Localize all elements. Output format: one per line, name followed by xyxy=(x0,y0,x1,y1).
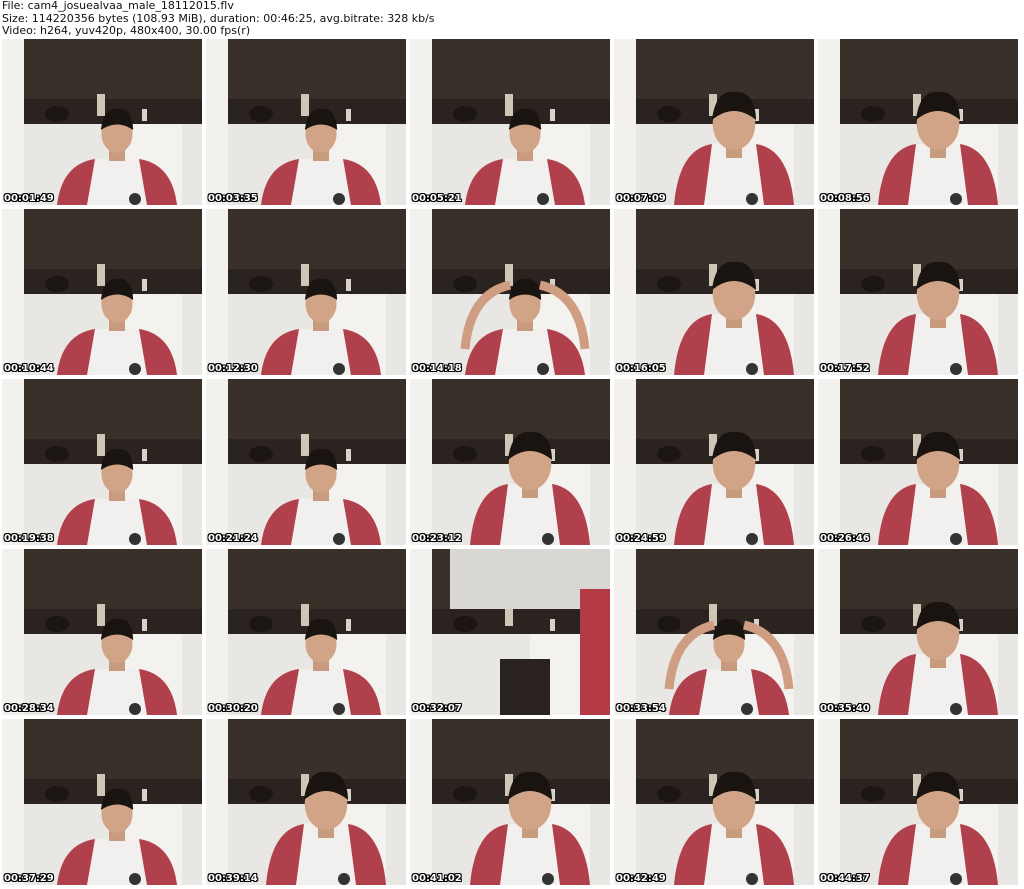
thumbnail-timestamp: 00:23:12 xyxy=(412,533,462,544)
thumbnail-timestamp: 00:26:46 xyxy=(820,533,870,544)
thumbnail-cell: 00:03:35 xyxy=(206,39,406,205)
thumbnail-cell: 00:01:49 xyxy=(2,39,202,205)
thumbnail-timestamp: 00:05:21 xyxy=(412,193,462,204)
thumbnail-frame-image xyxy=(2,379,202,545)
thumbnail-frame-image xyxy=(410,39,610,205)
thumbnail-cell: 00:35:40 xyxy=(818,549,1018,715)
thumbnail-frame-image xyxy=(818,379,1018,545)
thumbnail-grid: 00:01:49 00:03:35 00:05:21 00:07:09 00:08:56… xyxy=(2,39,1022,889)
thumbnail-frame-image xyxy=(614,719,814,885)
thumbnail-cell: 00:24:59 xyxy=(614,379,814,545)
thumbnail-frame-image xyxy=(2,719,202,885)
thumbnail-cell: 00:19:38 xyxy=(2,379,202,545)
thumbnail-cell: 00:17:52 xyxy=(818,209,1018,375)
thumbnail-frame-image xyxy=(206,549,406,715)
thumbnail-timestamp: 00:41:02 xyxy=(412,873,462,884)
thumbnail-timestamp: 00:03:35 xyxy=(208,193,258,204)
video-info-line: Video: h264, yuv420p, 480x400, 30.00 fps… xyxy=(2,24,251,37)
thumbnail-frame-image xyxy=(206,39,406,205)
thumbnail-cell: 00:37:29 xyxy=(2,719,202,885)
thumbnail-cell: 00:12:30 xyxy=(206,209,406,375)
thumbnail-cell: 00:05:21 xyxy=(410,39,610,205)
thumbnail-frame-image xyxy=(818,209,1018,375)
thumbnail-frame-image xyxy=(206,209,406,375)
thumbnail-timestamp: 00:19:38 xyxy=(4,533,54,544)
thumbnail-frame-image xyxy=(2,209,202,375)
thumbnail-timestamp: 00:07:09 xyxy=(616,193,666,204)
thumbnail-frame-image xyxy=(818,39,1018,205)
thumbnail-frame-image xyxy=(410,549,610,715)
thumbnail-frame-image xyxy=(818,549,1018,715)
thumbnail-frame-image xyxy=(614,379,814,545)
thumbnail-timestamp: 00:14:18 xyxy=(412,363,462,374)
thumbnail-timestamp: 00:32:07 xyxy=(412,703,462,714)
thumbnail-cell: 00:28:34 xyxy=(2,549,202,715)
thumbnail-timestamp: 00:37:29 xyxy=(4,873,54,884)
thumbnail-cell: 00:30:20 xyxy=(206,549,406,715)
thumbnail-timestamp: 00:12:30 xyxy=(208,363,258,374)
thumbnail-timestamp: 00:01:49 xyxy=(4,193,54,204)
thumbnail-frame-image xyxy=(410,379,610,545)
thumbnail-frame-image xyxy=(410,209,610,375)
thumbnail-cell: 00:14:18 xyxy=(410,209,610,375)
thumbnail-frame-image xyxy=(2,549,202,715)
thumbnail-frame-image xyxy=(614,549,814,715)
thumbnail-frame-image xyxy=(206,379,406,545)
thumbnail-timestamp: 00:30:20 xyxy=(208,703,258,714)
thumbnail-timestamp: 00:17:52 xyxy=(820,363,870,374)
thumbnail-timestamp: 00:28:34 xyxy=(4,703,54,714)
file-name-line: File: cam4_josuealvaa_male_18112015.flv xyxy=(2,0,234,12)
thumbnail-cell: 00:23:12 xyxy=(410,379,610,545)
thumbnail-frame-image xyxy=(614,39,814,205)
thumbnail-frame-image xyxy=(614,209,814,375)
thumbnail-timestamp: 00:10:44 xyxy=(4,363,54,374)
thumbnail-timestamp: 00:44:37 xyxy=(820,873,870,884)
thumbnail-frame-image xyxy=(818,719,1018,885)
thumbnail-cell: 00:41:02 xyxy=(410,719,610,885)
file-info-header: File: cam4_josuealvaa_male_18112015.flv S… xyxy=(2,0,1022,38)
thumbnail-timestamp: 00:24:59 xyxy=(616,533,666,544)
thumbnail-cell: 00:42:49 xyxy=(614,719,814,885)
thumbnail-cell: 00:33:54 xyxy=(614,549,814,715)
thumbnail-cell: 00:26:46 xyxy=(818,379,1018,545)
thumbnail-cell: 00:07:09 xyxy=(614,39,814,205)
thumbnail-timestamp: 00:16:05 xyxy=(616,363,666,374)
thumbnail-cell: 00:39:14 xyxy=(206,719,406,885)
thumbnail-timestamp: 00:35:40 xyxy=(820,703,870,714)
thumbnail-cell: 00:32:07 xyxy=(410,549,610,715)
thumbnail-cell: 00:08:56 xyxy=(818,39,1018,205)
thumbnail-timestamp: 00:21:24 xyxy=(208,533,258,544)
thumbnail-cell: 00:10:44 xyxy=(2,209,202,375)
thumbnail-frame-image xyxy=(410,719,610,885)
thumbnail-frame-image xyxy=(206,719,406,885)
thumbnail-cell: 00:21:24 xyxy=(206,379,406,545)
thumbnail-cell: 00:44:37 xyxy=(818,719,1018,885)
thumbnail-timestamp: 00:39:14 xyxy=(208,873,258,884)
thumbnail-cell: 00:16:05 xyxy=(614,209,814,375)
thumbnail-frame-image xyxy=(2,39,202,205)
thumbnail-timestamp: 00:42:49 xyxy=(616,873,666,884)
thumbnail-timestamp: 00:33:54 xyxy=(616,703,666,714)
thumbnail-timestamp: 00:08:56 xyxy=(820,193,870,204)
